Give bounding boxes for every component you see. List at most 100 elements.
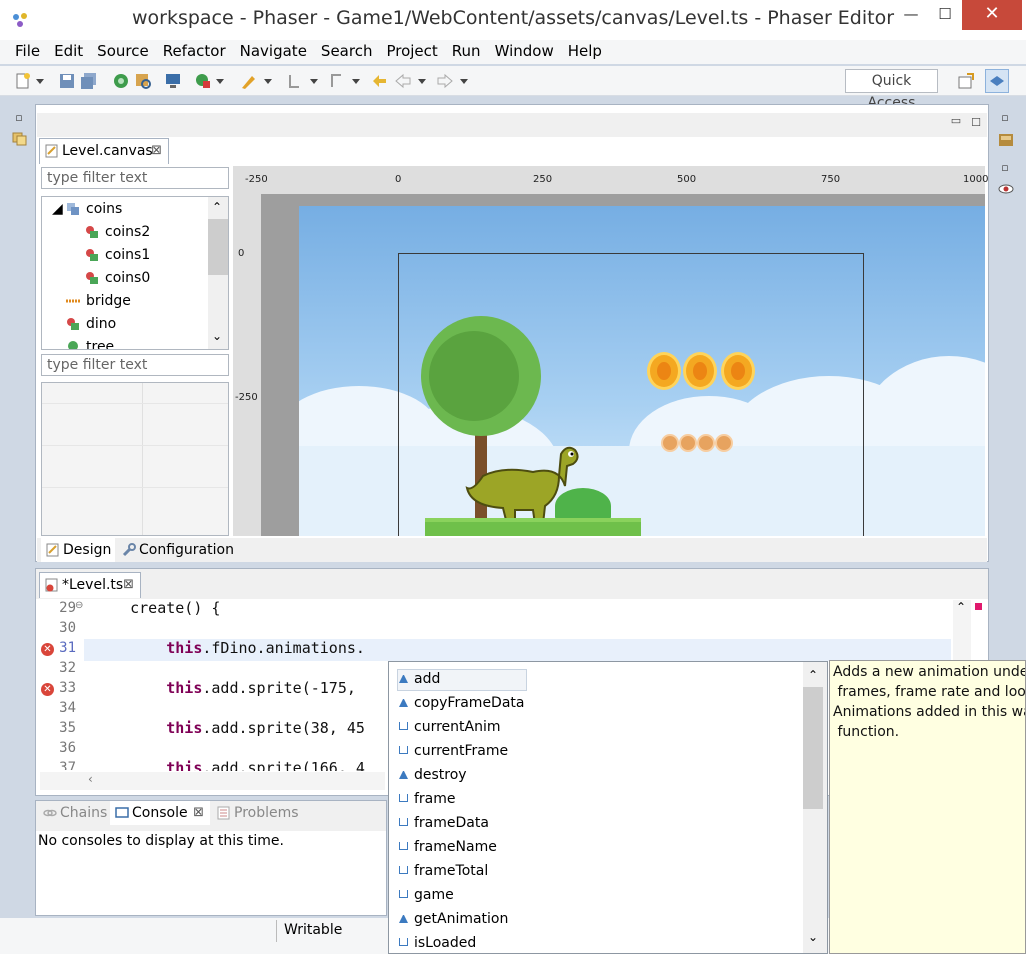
tree-expander-icon[interactable]: ◢ xyxy=(52,198,63,220)
coin-sprite[interactable] xyxy=(647,352,681,390)
proposal-isloaded[interactable]: isLoaded xyxy=(399,932,476,953)
tab-level-ts[interactable]: *Level.ts ⊠ xyxy=(39,572,141,598)
proposal-frame[interactable]: frame xyxy=(399,788,456,812)
code-line[interactable]: this.fDino.animations. xyxy=(94,639,365,657)
restore-right2-icon[interactable]: ▫ xyxy=(998,162,1012,176)
tree-item-coins2[interactable]: coins2 xyxy=(85,221,150,243)
run-server-icon[interactable] xyxy=(112,72,130,90)
save-all-icon[interactable] xyxy=(80,72,98,90)
proposal-frametotal[interactable]: frameTotal xyxy=(399,860,488,884)
bridge-tile[interactable] xyxy=(697,434,715,452)
restore-right-icon[interactable]: ▫ xyxy=(998,112,1012,126)
tab-design[interactable]: Design xyxy=(41,538,115,562)
proposal-copyframedata[interactable]: copyFrameData xyxy=(399,692,524,716)
forward-dropdown-icon[interactable] xyxy=(460,79,468,84)
open-perspective-icon[interactable] xyxy=(957,72,975,90)
pen-icon[interactable] xyxy=(240,72,258,90)
proposal-game[interactable]: game xyxy=(399,884,454,908)
project-explorer-icon[interactable] xyxy=(12,130,28,146)
menu-help[interactable]: Help xyxy=(560,40,608,62)
scroll-up-icon[interactable]: ⌃ xyxy=(212,200,222,214)
proposal-destroy[interactable]: destroy xyxy=(399,764,467,788)
scroll-down-icon[interactable]: ⌄ xyxy=(808,930,818,944)
debug-icon[interactable] xyxy=(194,72,212,90)
proposal-add[interactable]: add xyxy=(399,668,440,692)
scene-canvas[interactable] xyxy=(233,194,985,536)
prev-annotation-dropdown-icon[interactable] xyxy=(352,79,360,84)
last-edit-icon[interactable] xyxy=(370,72,388,90)
phaser-perspective-button[interactable] xyxy=(985,69,1009,93)
menu-search[interactable]: Search xyxy=(313,40,379,62)
new-icon[interactable] xyxy=(14,72,32,90)
bridge-tile[interactable] xyxy=(679,434,697,452)
quick-access-input[interactable]: Quick Access xyxy=(845,69,938,111)
menu-run[interactable]: Run xyxy=(444,40,487,62)
pen-dropdown-icon[interactable] xyxy=(264,79,272,84)
proposal-scroll-thumb[interactable] xyxy=(803,687,823,809)
minimize-button[interactable]: — xyxy=(894,0,928,30)
error-marker-icon[interactable]: ✕ xyxy=(41,683,54,696)
proposal-framedata[interactable]: frameData xyxy=(399,812,489,836)
scroll-up-icon[interactable]: ⌃ xyxy=(956,600,966,614)
proposal-currentanim[interactable]: currentAnim xyxy=(399,716,500,740)
minimize-view-icon[interactable]: ▭ xyxy=(949,115,963,129)
code-line[interactable]: this.add.sprite(38, 45 xyxy=(94,719,365,737)
palette-icon[interactable] xyxy=(998,132,1014,148)
save-icon[interactable] xyxy=(58,72,76,90)
outline-filter-input[interactable]: type filter text xyxy=(41,167,229,189)
tab-console[interactable]: Console ⊠ xyxy=(110,801,210,825)
menu-window[interactable]: Window xyxy=(487,40,560,62)
tab-configuration[interactable]: Configuration xyxy=(117,538,234,562)
code-line[interactable]: this.add.sprite(166, 4 xyxy=(94,759,365,771)
scroll-down-icon[interactable]: ⌄ xyxy=(212,329,222,343)
proposal-currentframe[interactable]: currentFrame xyxy=(399,740,508,764)
close-tab-icon[interactable]: ⊠ xyxy=(193,801,204,825)
code-line[interactable]: create() { xyxy=(94,599,220,617)
menu-navigate[interactable]: Navigate xyxy=(232,40,313,62)
back-icon[interactable] xyxy=(394,72,412,90)
menu-file[interactable]: File xyxy=(0,40,46,62)
prev-annotation-icon[interactable] xyxy=(328,72,346,90)
maximize-view-icon[interactable]: ☐ xyxy=(969,117,983,131)
scroll-left-icon[interactable]: ‹ xyxy=(88,772,93,786)
tree-item-bridge[interactable]: bridge xyxy=(66,290,131,312)
code-horizontal-scrollbar[interactable]: ‹ xyxy=(40,772,385,790)
proposal-getanimation[interactable]: getAnimation xyxy=(399,908,508,932)
properties-filter-input[interactable]: type filter text xyxy=(41,354,229,376)
back-dropdown-icon[interactable] xyxy=(418,79,426,84)
bridge-tile[interactable] xyxy=(715,434,733,452)
close-tab-icon[interactable]: ⊠ xyxy=(151,139,162,163)
scroll-up-icon[interactable]: ⌃ xyxy=(808,668,818,682)
next-annotation-icon[interactable] xyxy=(286,72,304,90)
coin-sprite[interactable] xyxy=(721,352,755,390)
new-dropdown-icon[interactable] xyxy=(36,79,44,84)
bridge-tile[interactable] xyxy=(661,434,679,452)
tree-item-coins[interactable]: coins xyxy=(66,198,122,220)
close-tab-icon[interactable]: ⊠ xyxy=(123,573,134,597)
proposal-framename[interactable]: frameName xyxy=(399,836,497,860)
menu-source[interactable]: Source xyxy=(89,40,155,62)
tree-item-coins0[interactable]: coins0 xyxy=(85,267,150,289)
forward-icon[interactable] xyxy=(436,72,454,90)
tree-item-coins1[interactable]: coins1 xyxy=(85,244,150,266)
debug-dropdown-icon[interactable] xyxy=(216,79,224,84)
tab-problems[interactable]: Problems xyxy=(212,801,308,825)
ground-platform[interactable] xyxy=(425,518,641,536)
menu-edit[interactable]: Edit xyxy=(46,40,89,62)
restore-icon[interactable]: ▫ xyxy=(12,112,26,126)
monitor-icon[interactable] xyxy=(164,72,182,90)
content-assist-popup[interactable]: add copyFrameData currentAnim currentFra… xyxy=(388,661,828,954)
outline-scroll-thumb[interactable] xyxy=(208,219,228,275)
maximize-button[interactable]: ☐ xyxy=(928,0,962,30)
error-overview-marker[interactable] xyxy=(975,603,982,610)
code-line[interactable]: this.add.sprite(-175, xyxy=(94,679,356,697)
fold-icon[interactable]: ⊖ xyxy=(75,600,83,611)
tree-item-tree[interactable]: tree xyxy=(66,336,114,349)
coin-sprite[interactable] xyxy=(683,352,717,390)
error-marker-icon[interactable]: ✕ xyxy=(41,643,54,656)
menu-project[interactable]: Project xyxy=(378,40,443,62)
menu-refactor[interactable]: Refactor xyxy=(155,40,232,62)
preview-eye-icon[interactable] xyxy=(998,182,1014,196)
next-annotation-dropdown-icon[interactable] xyxy=(310,79,318,84)
tree-item-dino[interactable]: dino xyxy=(66,313,116,335)
